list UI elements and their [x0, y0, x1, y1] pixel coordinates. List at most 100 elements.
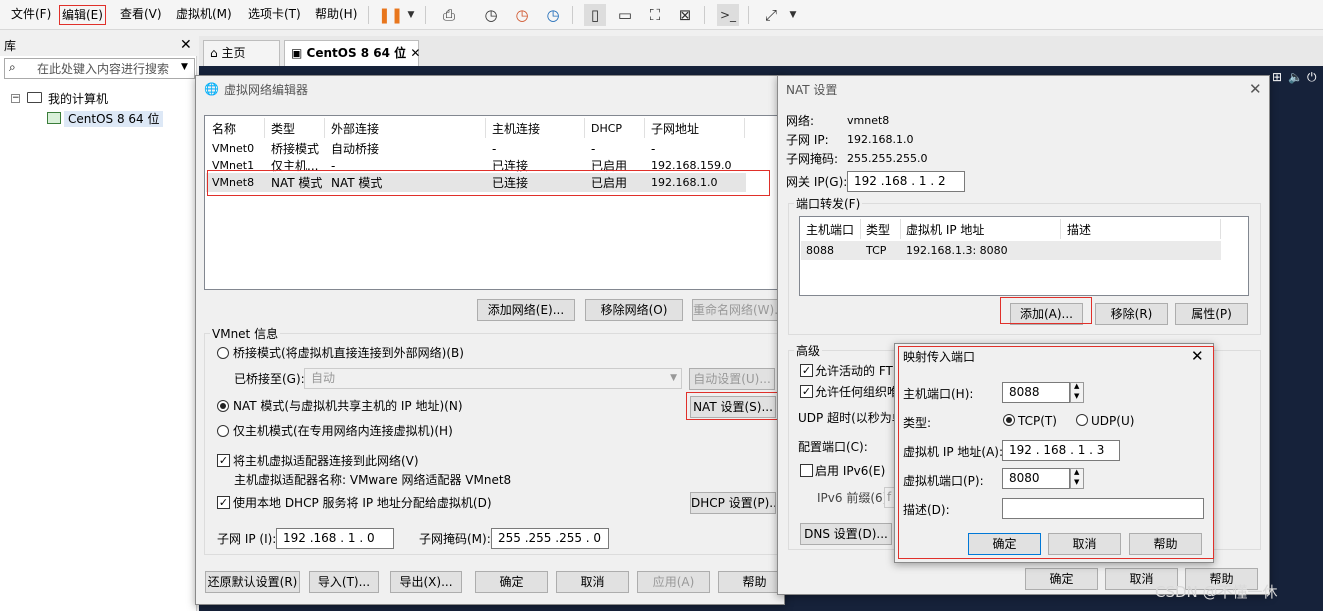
connect-adapter-checkbox[interactable]: ✓ [217, 454, 230, 467]
chevron-down-icon[interactable]: ▼ [181, 62, 188, 72]
table-cell[interactable]: VMnet0 [212, 141, 254, 157]
table-cell[interactable]: - [492, 141, 496, 157]
tree-vm-centos[interactable]: CentOS 8 64 位 [64, 111, 164, 127]
vm-ip-field[interactable]: 192 . 168 . 1 . 3 [1002, 440, 1120, 461]
spin-down-icon[interactable]: ▼ [1074, 392, 1079, 400]
subnet-ip-field[interactable]: 192 .168 . 1 . 0 [276, 528, 394, 549]
col-header[interactable]: 类型 [866, 222, 890, 238]
port-ok-button[interactable]: 确定 [968, 533, 1041, 555]
table-cell[interactable]: 自动桥接 [331, 141, 379, 157]
spin-down-icon[interactable]: ▼ [1074, 478, 1079, 486]
col-header[interactable]: DHCP [591, 121, 622, 137]
udp-radio-label[interactable]: UDP(U) [1091, 413, 1134, 429]
snapshot-manager-icon[interactable]: ◷ [542, 4, 564, 26]
table-cell[interactable]: 桥接模式 [271, 141, 319, 157]
col-header[interactable]: 描述 [1067, 222, 1091, 238]
import-button[interactable]: 导入(T)... [309, 571, 379, 593]
close-icon[interactable]: ✕ [1191, 347, 1204, 365]
close-icon[interactable]: ✕ [1249, 80, 1262, 98]
host-port-spinner[interactable]: ▲ ▼ [1070, 382, 1084, 403]
search-input[interactable]: ⌕ 在此处键入内容进行搜索 ▼ [4, 58, 195, 79]
nat-radio-label[interactable]: NAT 模式(与虚拟机共享主机的 IP 地址)(N) [233, 398, 463, 414]
table-row-selected[interactable] [801, 241, 1221, 260]
rename-network-button[interactable]: 重命名网络(W)... [692, 299, 778, 321]
fullscreen-icon[interactable]: ⛶ [644, 4, 666, 26]
snapshot-icon[interactable]: ◷ [480, 4, 502, 26]
col-header[interactable]: 类型 [271, 121, 295, 137]
vm-port-spinner[interactable]: ▲ ▼ [1070, 468, 1084, 489]
allow-ftp-label[interactable]: 允许活动的 FTP [815, 363, 900, 379]
remove-network-button[interactable]: 移除网络(O) [585, 299, 683, 321]
chevron-down-icon[interactable]: ▼ [782, 4, 804, 26]
tcp-radio-label[interactable]: TCP(T) [1018, 413, 1057, 429]
port-cancel-button[interactable]: 取消 [1048, 533, 1121, 555]
auto-settings-button[interactable]: 自动设置(U)... [689, 368, 775, 390]
host-only-radio-label[interactable]: 仅主机模式(在专用网络内连接虚拟机)(H) [233, 423, 453, 439]
spin-up-icon[interactable]: ▲ [1074, 468, 1079, 476]
table-cell[interactable]: 192.168.1.3: 8080 [906, 243, 1008, 259]
spin-up-icon[interactable]: ▲ [1074, 382, 1079, 390]
enable-ipv6-checkbox[interactable] [800, 464, 813, 477]
menu-vm[interactable]: 虚拟机(M) [174, 5, 234, 25]
allow-ftp-checkbox[interactable]: ✓ [800, 364, 813, 377]
restore-defaults-button[interactable]: 还原默认设置(R) [205, 571, 300, 593]
col-header[interactable]: 子网地址 [651, 121, 699, 137]
use-dhcp-label[interactable]: 使用本地 DHCP 服务将 IP 地址分配给虚拟机(D) [233, 495, 492, 511]
gateway-field[interactable]: 192 .168 . 1 . 2 [847, 171, 965, 192]
collapse-icon[interactable]: − [11, 94, 20, 103]
table-cell[interactable]: - [591, 141, 595, 157]
add-network-button[interactable]: 添加网络(E)... [477, 299, 575, 321]
description-field[interactable] [1002, 498, 1204, 519]
enable-ipv6-label[interactable]: 启用 IPv6(E) [815, 463, 885, 479]
sidebar-toggle-icon[interactable]: ▯ [584, 4, 606, 26]
pf-remove-button[interactable]: 移除(R) [1095, 303, 1168, 325]
menu-edit[interactable]: 编辑(E) [59, 5, 106, 25]
host-port-field[interactable]: 8088 [1002, 382, 1070, 403]
col-header[interactable]: 主机连接 [492, 121, 540, 137]
tcp-radio[interactable] [1003, 414, 1015, 426]
close-icon[interactable]: ✕ [410, 46, 420, 60]
port-help-button[interactable]: 帮助 [1129, 533, 1202, 555]
tab-vm[interactable]: ▣ CentOS 8 64 位 ✕ [284, 40, 420, 66]
col-header[interactable]: 主机端口 [806, 222, 854, 238]
menu-tabs[interactable]: 选项卡(T) [246, 5, 303, 25]
menu-help[interactable]: 帮助(H) [313, 5, 359, 25]
bridge-radio-label[interactable]: 桥接模式(将虚拟机直接连接到外部网络)(B) [233, 345, 464, 361]
subnet-mask-field[interactable]: 255 .255 .255 . 0 [491, 528, 609, 549]
vne-ok-button[interactable]: 确定 [475, 571, 548, 593]
vne-apply-button[interactable]: 应用(A) [637, 571, 710, 593]
pause-icon[interactable]: ❚❚ [378, 4, 403, 26]
col-header[interactable]: 外部连接 [331, 121, 379, 137]
tab-home[interactable]: ⌂ 主页 [203, 40, 280, 66]
col-header[interactable]: 名称 [212, 121, 236, 137]
tree-my-computer[interactable]: 我的计算机 [48, 91, 108, 107]
chevron-down-icon[interactable]: ▼ [400, 4, 422, 26]
menu-file[interactable]: 文件(F) [9, 5, 53, 25]
bridged-to-select[interactable]: 自动 ▼ [304, 368, 682, 389]
bridge-radio[interactable] [217, 347, 229, 359]
vne-cancel-button[interactable]: 取消 [556, 571, 629, 593]
nat-radio[interactable] [217, 400, 229, 412]
table-cell[interactable]: 8088 [806, 243, 834, 259]
dns-settings-button[interactable]: DNS 设置(D)... [800, 523, 892, 545]
console-icon[interactable]: >_ [717, 4, 739, 26]
menu-view[interactable]: 查看(V) [118, 5, 164, 25]
udp-radio[interactable] [1076, 414, 1088, 426]
thumbnail-icon[interactable]: ▭ [614, 4, 636, 26]
table-cell[interactable]: - [651, 141, 655, 157]
send-keys-icon[interactable]: ⎙ [438, 4, 460, 26]
pf-properties-button[interactable]: 属性(P) [1175, 303, 1248, 325]
table-cell[interactable]: TCP [866, 243, 886, 259]
col-header[interactable]: 虚拟机 IP 地址 [906, 222, 984, 238]
nat-ok-button[interactable]: 确定 [1025, 568, 1098, 590]
use-dhcp-checkbox[interactable]: ✓ [217, 496, 230, 509]
close-icon[interactable]: ✕ [180, 37, 192, 53]
vm-port-field[interactable]: 8080 [1002, 468, 1070, 489]
export-button[interactable]: 导出(X)... [390, 571, 462, 593]
stretch-icon[interactable]: ⤢ [760, 4, 782, 26]
revert-snapshot-icon[interactable]: ◷ [511, 4, 533, 26]
dhcp-settings-button[interactable]: DHCP 设置(P)... [690, 492, 776, 514]
host-only-radio[interactable] [217, 425, 229, 437]
unity-icon[interactable]: ⊠ [674, 4, 696, 26]
allow-org-checkbox[interactable]: ✓ [800, 385, 813, 398]
